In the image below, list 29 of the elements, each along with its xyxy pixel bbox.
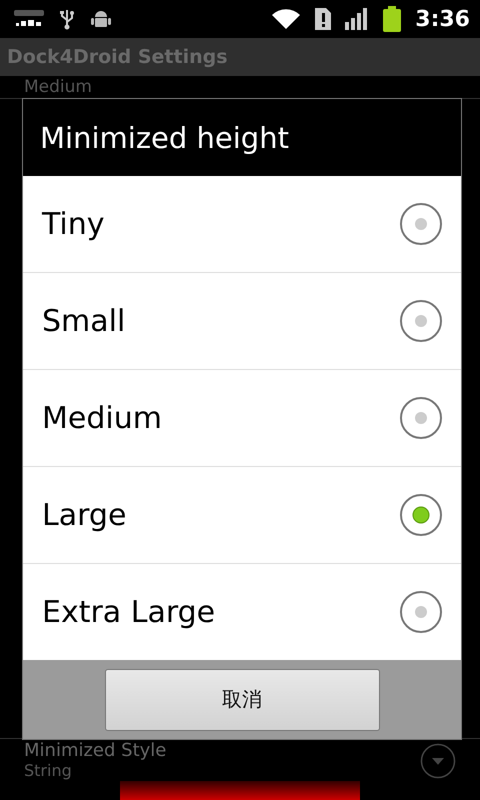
- radio-button[interactable]: [400, 591, 442, 633]
- option-row[interactable]: Small: [23, 273, 461, 370]
- option-label: Tiny: [42, 206, 105, 242]
- radio-button[interactable]: [400, 494, 442, 536]
- preference-title: Minimized Style: [24, 741, 166, 761]
- notification-icon[interactable]: [14, 10, 44, 28]
- option-row[interactable]: Large: [23, 467, 461, 564]
- radio-button[interactable]: [400, 203, 442, 245]
- status-time: 3:36: [415, 6, 470, 32]
- android-icon[interactable]: [90, 9, 112, 29]
- usb-icon[interactable]: [60, 8, 74, 30]
- option-label: Medium: [42, 400, 162, 436]
- option-label: Small: [42, 304, 126, 338]
- wifi-icon: [271, 8, 302, 30]
- preference-summary: String: [24, 761, 73, 780]
- option-row[interactable]: Medium: [23, 370, 461, 467]
- battery-icon: [383, 6, 402, 32]
- sim-alert-icon: [315, 8, 332, 30]
- preference-summary: Medium: [24, 77, 92, 97]
- option-label: Large: [42, 498, 126, 532]
- radio-button[interactable]: [400, 300, 442, 342]
- option-row[interactable]: Tiny: [23, 176, 461, 273]
- app-title: Dock4Droid Settings: [7, 46, 228, 68]
- option-row[interactable]: Extra Large: [23, 564, 461, 660]
- option-label: Extra Large: [42, 594, 216, 630]
- cancel-button[interactable]: 取消: [104, 668, 380, 730]
- radio-button[interactable]: [400, 397, 442, 439]
- signal-icon: [345, 8, 370, 30]
- dialog-title: Minimized height: [40, 120, 289, 154]
